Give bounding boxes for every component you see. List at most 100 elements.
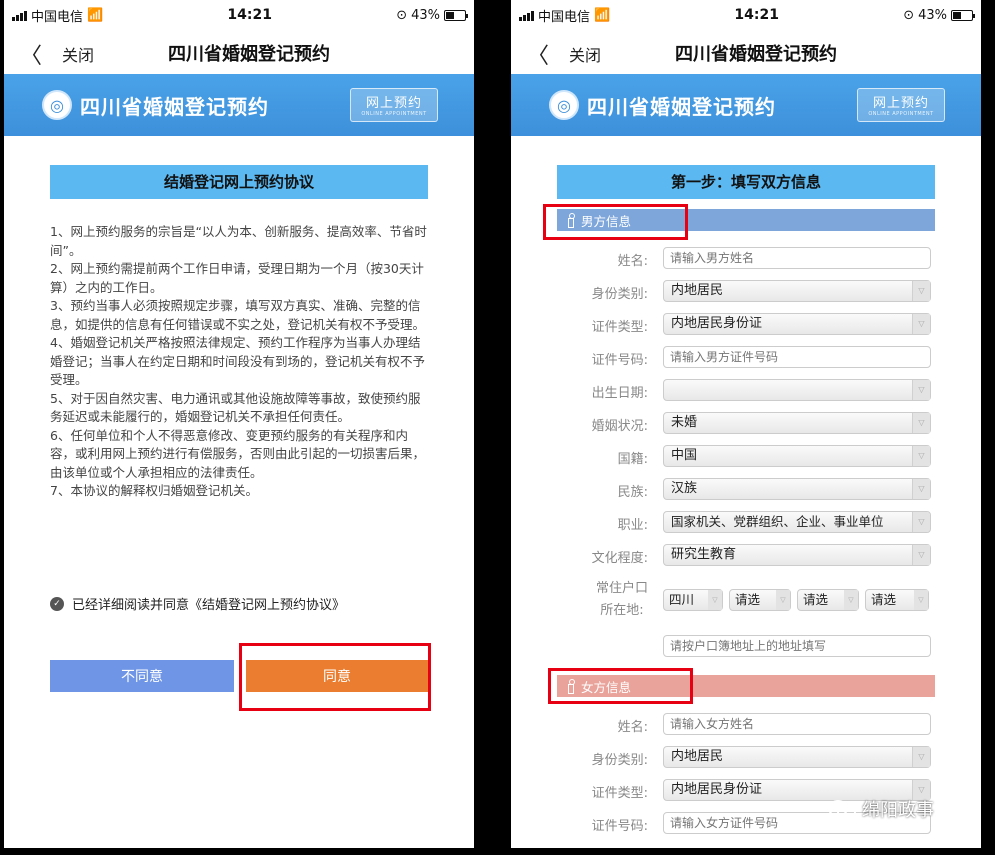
dropdown-arrow-icon: ▽ xyxy=(844,590,858,610)
residence-street-select[interactable]: 请选 ▽ xyxy=(865,589,929,611)
ethnicity-label: 民族: xyxy=(617,485,648,500)
select-value: 中国 xyxy=(671,448,698,463)
dropdown-arrow-icon: ▽ xyxy=(912,413,930,433)
male-name-row: 姓名: xyxy=(511,246,981,270)
carrier-label: 中国电信 xyxy=(538,9,591,25)
rotation-lock-icon: ⊙ xyxy=(396,7,408,23)
checkbox-checked-icon[interactable]: ✓ xyxy=(50,596,64,611)
id-category-label: 身份类别: xyxy=(591,287,648,302)
dropdown-arrow-icon: ▽ xyxy=(708,590,722,610)
agreement-screen: 中国电信 📶 14:21 ⊙ 43% 〈 关闭 四川省婚姻登记预约 ◎ 四川省婚… xyxy=(4,0,474,848)
page-title: 四川省婚姻登记预约 xyxy=(168,44,330,65)
agreement-clause: 4、婚姻登记机关严格按照法律规定、预约工作程序为当事人办理结婚登记；当事人在约定… xyxy=(50,335,426,387)
male-marital-status-select[interactable]: 未婚 ▽ xyxy=(663,412,931,434)
male-address-input[interactable] xyxy=(663,635,931,657)
male-ethnicity-row: 民族: 汉族 ▽ xyxy=(511,477,981,501)
disagree-button[interactable]: 不同意 xyxy=(50,660,234,692)
male-cert-type-row: 证件类型: 内地居民身份证 ▽ xyxy=(511,312,981,336)
select-value: 请选 xyxy=(871,592,897,607)
male-occupation-row: 职业: 国家机关、党群组织、企业、事业单位 ▽ xyxy=(511,510,981,534)
residence-city-select[interactable]: 请选 ▽ xyxy=(729,589,791,611)
emblem-logo-icon: ◎ xyxy=(549,90,579,120)
dropdown-arrow-icon: ▽ xyxy=(912,446,930,466)
wifi-icon: 📶 xyxy=(87,7,104,23)
step-title: 第一步：填写双方信息 xyxy=(557,165,935,199)
agreement-clause: 6、任何单位和个人不得恶意修改、变更预约服务的有关程序和内容，或利用网上预约进行… xyxy=(50,427,426,480)
male-cert-type-select[interactable]: 内地居民身份证 ▽ xyxy=(663,313,931,335)
name-label: 姓名: xyxy=(617,720,648,735)
carrier-label: 中国电信 xyxy=(31,9,84,25)
birth-date-label: 出生日期: xyxy=(591,386,648,401)
agreement-clause: 2、网上预约需提前两个工作日申请，受理日期为一个月（按30天计算）之内的工作日。 xyxy=(50,261,424,295)
residence-district-select[interactable]: 请选 ▽ xyxy=(797,589,859,611)
header-banner: ◎ 四川省婚姻登记预约 网上预约 ONLINE APPOINTMENT xyxy=(4,74,474,136)
residence-province-select[interactable]: 四川 ▽ xyxy=(663,589,723,611)
agreement-clause: 1、网上预约服务的宗旨是“以人为本、创新服务、提高效率、节省时间”。 xyxy=(50,224,427,258)
online-appointment-badge: 网上预约 ONLINE APPOINTMENT xyxy=(857,88,945,122)
male-birth-date-select[interactable]: ▽ xyxy=(663,379,931,401)
male-id-category-select[interactable]: 内地居民 ▽ xyxy=(663,280,931,302)
male-birth-date-row: 出生日期: ▽ xyxy=(511,378,981,402)
highlight-box-agree xyxy=(239,643,431,711)
checkbox-label: 已经详细阅读并同意《结婚登记网上预约协议》 xyxy=(72,598,346,613)
male-education-select[interactable]: 研究生教育 ▽ xyxy=(663,544,931,566)
clock: 14:21 xyxy=(227,7,272,23)
select-value: 内地居民 xyxy=(671,749,724,764)
cert-number-label: 证件号码: xyxy=(591,353,648,368)
battery-percent: 43% xyxy=(411,7,440,23)
male-cert-number-input[interactable] xyxy=(663,346,931,368)
occupation-label: 职业: xyxy=(617,518,648,533)
id-category-label: 身份类别: xyxy=(591,753,648,768)
badge-main-text: 网上预约 xyxy=(365,96,422,111)
badge-main-text: 网上预约 xyxy=(872,96,929,111)
male-occupation-select[interactable]: 国家机关、党群组织、企业、事业单位 ▽ xyxy=(663,511,931,533)
female-id-category-select[interactable]: 内地居民 ▽ xyxy=(663,746,931,768)
male-education-row: 文化程度: 研究生教育 ▽ xyxy=(511,543,981,567)
agreement-body: 1、网上预约服务的宗旨是“以人为本、创新服务、提高效率、节省时间”。 2、网上预… xyxy=(50,223,430,501)
residence-label-line1: 常住户口 xyxy=(595,581,648,596)
agreement-clause: 5、对于因自然灾害、电力通讯或其他设施故障等事故，致使预约服务延迟或未能履行的，… xyxy=(50,390,421,425)
male-nationality-row: 国籍: 中国 ▽ xyxy=(511,444,981,468)
agreement-clause: 7、本协议的解释权归婚姻登记机关。 xyxy=(50,483,258,498)
male-cert-number-row: 证件号码: xyxy=(511,345,981,369)
dropdown-arrow-icon: ▽ xyxy=(912,479,930,499)
agreement-title: 结婚登记网上预约协议 xyxy=(50,165,428,199)
highlight-box-male xyxy=(543,204,688,240)
male-residence-row: 常住户口 所在地: 四川 ▽ 请选 ▽ 请选 ▽ 请选 ▽ xyxy=(511,576,981,624)
badge-sub-text: ONLINE APPOINTMENT xyxy=(868,111,934,117)
male-name-input[interactable] xyxy=(663,247,931,269)
select-value: 四川 xyxy=(669,592,695,607)
dropdown-arrow-icon: ▽ xyxy=(776,590,790,610)
banner-title: 四川省婚姻登记预约 xyxy=(80,95,269,119)
select-value: 汉族 xyxy=(671,481,698,496)
select-value: 请选 xyxy=(803,592,829,607)
battery-icon xyxy=(444,9,468,21)
emblem-logo-icon: ◎ xyxy=(42,90,72,120)
name-label: 姓名: xyxy=(617,254,648,269)
dropdown-arrow-icon: ▽ xyxy=(912,545,930,565)
select-value: 内地居民 xyxy=(671,283,724,298)
nationality-label: 国籍: xyxy=(617,452,648,467)
signal-icon xyxy=(519,10,534,21)
dropdown-arrow-icon: ▽ xyxy=(912,512,930,532)
select-value: 请选 xyxy=(735,592,761,607)
wechat-icon xyxy=(828,798,856,821)
nav-bar: 〈 关闭 四川省婚姻登记预约 xyxy=(4,30,474,74)
male-ethnicity-select[interactable]: 汉族 ▽ xyxy=(663,478,931,500)
select-value: 内地居民身份证 xyxy=(671,316,763,331)
female-name-input[interactable] xyxy=(663,713,931,735)
watermark: 绵阳政事 xyxy=(828,796,934,822)
dropdown-arrow-icon: ▽ xyxy=(912,314,930,334)
page-title: 四川省婚姻登记预约 xyxy=(675,44,837,65)
male-id-category-row: 身份类别: 内地居民 ▽ xyxy=(511,279,981,303)
agreement-checkbox-row[interactable]: ✓ 已经详细阅读并同意《结婚登记网上预约协议》 xyxy=(50,594,345,613)
select-value: 研究生教育 xyxy=(671,547,737,562)
nav-bar: 〈 关闭 四川省婚姻登记预约 xyxy=(511,30,981,74)
female-name-row: 姓名: xyxy=(511,712,981,736)
select-value: 未婚 xyxy=(671,415,698,430)
dropdown-arrow-icon: ▽ xyxy=(912,281,930,301)
header-banner: ◎ 四川省婚姻登记预约 网上预约 ONLINE APPOINTMENT xyxy=(511,74,981,136)
marital-status-label: 婚姻状况: xyxy=(591,419,648,434)
male-address-row xyxy=(511,634,981,658)
male-nationality-select[interactable]: 中国 ▽ xyxy=(663,445,931,467)
